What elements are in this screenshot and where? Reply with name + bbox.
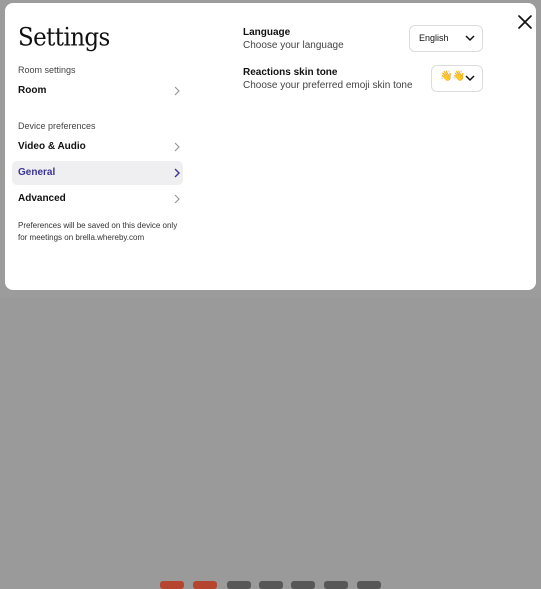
chevron-down-icon [465, 35, 475, 42]
settings-modal: Settings Room settings Room Device prefe… [5, 3, 536, 290]
nav-item-label: Advanced [18, 193, 66, 204]
toolbar-button [291, 581, 315, 589]
meeting-toolbar [0, 289, 541, 589]
chevron-right-icon [174, 194, 180, 204]
chevron-down-icon [465, 75, 475, 82]
toolbar-button [324, 581, 348, 589]
language-select[interactable]: English [409, 25, 483, 52]
toolbar-button [259, 581, 283, 589]
chevron-right-icon [174, 142, 180, 152]
nav-item-room[interactable]: Room [12, 79, 183, 103]
toolbar-button [193, 581, 217, 589]
toolbar-button [357, 581, 381, 589]
preferences-note: Preferences will be saved on this device… [18, 221, 178, 242]
nav-item-label: Room [18, 85, 47, 96]
section-label-room: Room settings [18, 65, 76, 75]
language-title: Language [243, 27, 291, 38]
toolbar-button [227, 581, 251, 589]
nav-item-label: Video & Audio [18, 141, 86, 152]
chevron-right-icon [174, 86, 180, 96]
language-value: English [419, 33, 449, 43]
nav-item-video-audio[interactable]: Video & Audio [12, 135, 183, 159]
close-icon[interactable] [514, 11, 536, 33]
wave-emoji-icon: 👋👋 [440, 71, 465, 82]
skin-tone-title: Reactions skin tone [243, 67, 338, 78]
skin-tone-select[interactable]: 👋👋 [431, 65, 483, 92]
chevron-right-icon [174, 168, 180, 178]
nav-item-general[interactable]: General [12, 161, 183, 185]
section-label-device: Device preferences [18, 121, 96, 131]
language-description: Choose your language [243, 40, 344, 51]
nav-item-label: General [18, 167, 56, 178]
skin-tone-description: Choose your preferred emoji skin tone [243, 80, 413, 91]
page-title: Settings [18, 23, 110, 53]
toolbar-button [160, 581, 184, 589]
nav-item-advanced[interactable]: Advanced [12, 187, 183, 211]
